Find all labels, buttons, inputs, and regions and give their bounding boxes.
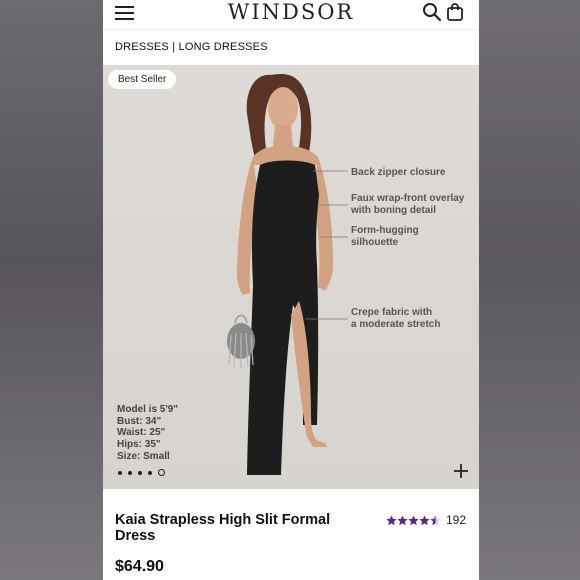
carousel-dot[interactable] [138,470,142,475]
carousel-dots [118,469,165,476]
product-image[interactable]: Best Seller Back zipper closure Faux wra… [103,65,479,489]
model-info: Model is 5'9" Bust: 34" Waist: 25" Hips:… [117,404,179,462]
mobile-page: WINDSOR DRESSES | LONG DRESSES Best Sell… [103,0,479,580]
search-icon[interactable] [422,2,442,22]
annotation-form-hugging: Form-hugging silhouette [351,225,419,248]
carousel-dot[interactable] [118,470,122,475]
carousel-dot[interactable] [148,470,152,475]
star-rating-icon [386,515,441,525]
shopping-bag-icon[interactable] [445,2,465,22]
carousel-dot-active[interactable] [158,469,165,476]
background-right [477,0,580,580]
annotation-crepe-fabric: Crepe fabric with a moderate stretch [351,307,441,330]
product-price: $64.90 [115,558,164,575]
best-seller-badge: Best Seller [108,70,177,89]
site-header: WINDSOR [103,0,479,30]
annotation-faux-wrap: Faux wrap-front overlay with boning deta… [351,193,465,216]
background-left [0,0,103,580]
annotation-back-zipper: Back zipper closure [351,167,446,178]
breadcrumb[interactable]: DRESSES | LONG DRESSES [115,41,268,53]
product-title: Kaia Strapless High Slit Formal Dress [115,512,331,544]
carousel-dot[interactable] [128,470,132,475]
product-rating[interactable]: 192 [386,513,466,527]
plus-icon[interactable] [453,463,469,479]
review-count[interactable]: 192 [446,513,466,527]
